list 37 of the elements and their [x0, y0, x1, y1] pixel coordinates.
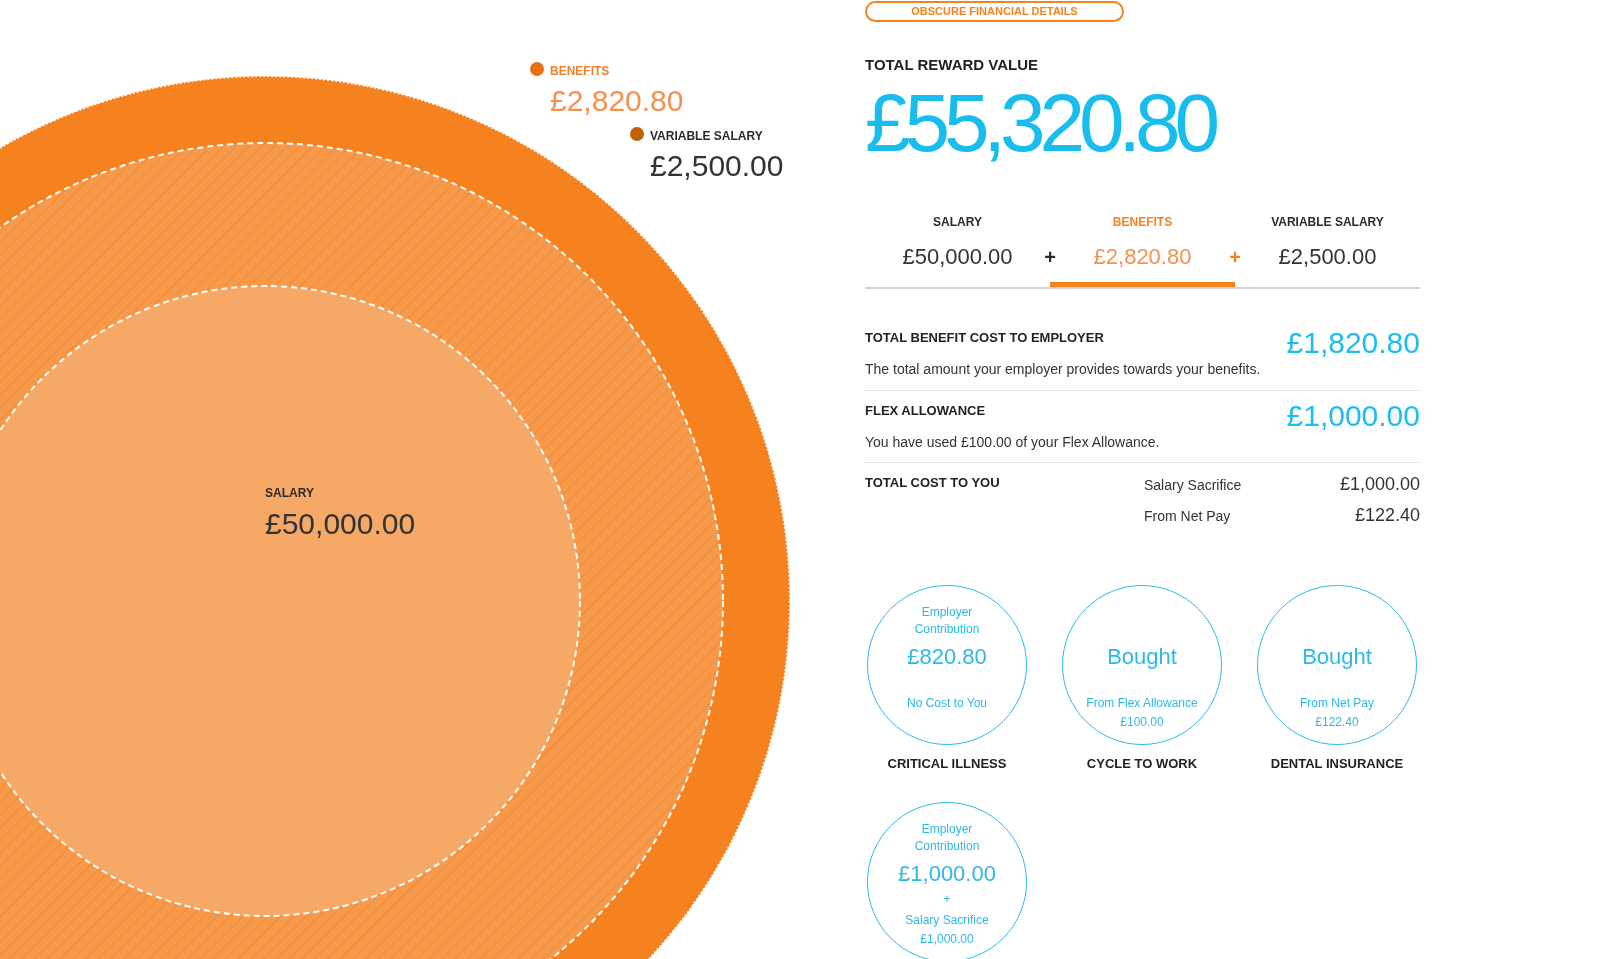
circle-value: £820.80: [907, 642, 987, 671]
circle-detail: £122.40: [1315, 713, 1359, 731]
chart-label: SALARY: [265, 485, 315, 502]
summary-amount: £1,820.80: [1286, 326, 1420, 359]
circle-caption: Employer Contribution: [913, 603, 981, 638]
circle-detail: No Cost to You: [906, 694, 988, 712]
obscure-details-button[interactable]: OBSCURE FINANCIAL DETAILS: [865, 1, 1124, 22]
chart-amount: £50,000.00: [265, 506, 416, 542]
circle-detail: From Flex Allowance: [1086, 694, 1198, 712]
circle-value: £1,000.00: [898, 859, 996, 888]
legend-amount: £2,500.00: [650, 148, 784, 184]
benefit-name: DENTAL INSURANCE: [1270, 754, 1404, 773]
summary-description: You have used £100.00 of your Flex Allowance.: [865, 432, 1160, 452]
summary-amount: £1,000.00: [1286, 399, 1420, 432]
circle-caption: Employer Contribution: [913, 820, 981, 855]
legend-label: BENEFITS: [550, 63, 611, 80]
benefit-name: CYCLE TO WORK: [1086, 754, 1198, 773]
circle-detail: £1,000.00: [920, 930, 974, 948]
circle-detail: Salary Sacrifice: [905, 911, 989, 929]
summary-title: TOTAL COST TO YOU: [865, 474, 1000, 490]
circle-detail: From Net Pay: [1300, 694, 1374, 712]
circle-connector: +: [943, 890, 951, 907]
cost-label: Salary Sacrifice: [1144, 475, 1242, 495]
circle-value: Bought: [1107, 642, 1177, 671]
cost-amount: £1,000.00: [1339, 472, 1420, 496]
circle-detail: £100.00: [1120, 713, 1164, 731]
summary-title: TOTAL BENEFIT COST TO EMPLOYER: [865, 328, 1104, 347]
circle-value: Bought: [1302, 642, 1372, 671]
legend-amount: £2,820.80: [550, 83, 684, 119]
summary-title: FLEX ALLOWANCE: [865, 401, 986, 420]
summary-description: The total amount your employer provides towards your benefits.: [865, 359, 1261, 379]
cost-label: From Net Pay: [1144, 506, 1231, 526]
total-reward-amount: £55,320.80: [865, 81, 1214, 164]
total-reward-label: TOTAL REWARD VALUE: [865, 55, 1039, 74]
cost-amount: £122.40: [1354, 503, 1420, 527]
benefit-name: CRITICAL ILLNESS: [887, 754, 1007, 773]
legend-label: VARIABLE SALARY: [650, 128, 764, 145]
